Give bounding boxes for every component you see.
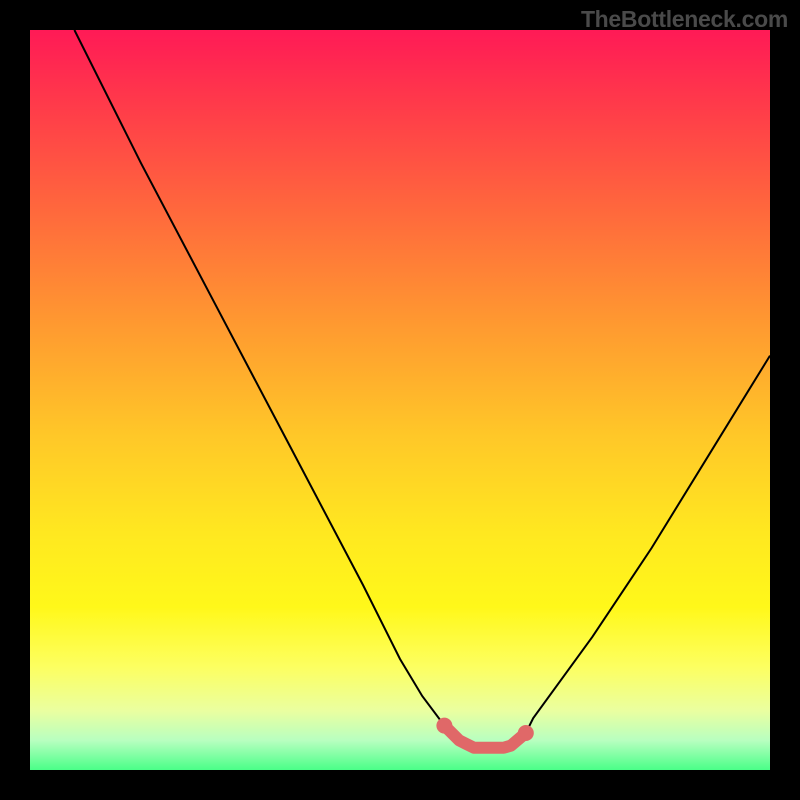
curve-layer [74, 30, 770, 748]
marker-layer [436, 718, 533, 748]
bottleneck-curve-svg [30, 30, 770, 770]
bottleneck-curve-path [74, 30, 770, 748]
chart-frame: TheBottleneck.com [0, 0, 800, 800]
sweet-spot-endpoint [518, 725, 534, 741]
sweet-spot-band [444, 726, 525, 748]
sweet-spot-endpoint [436, 718, 452, 734]
watermark-text: TheBottleneck.com [581, 6, 788, 33]
plot-area [30, 30, 770, 770]
